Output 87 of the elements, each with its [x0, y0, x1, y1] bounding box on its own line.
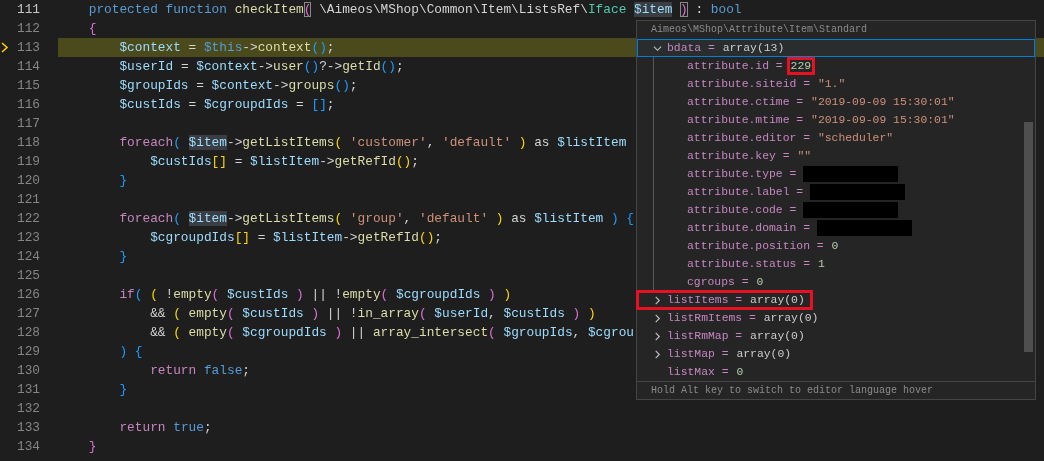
variable-name: attribute.domain = [687, 222, 811, 234]
variable-name: attribute.ctime = [687, 96, 804, 108]
code-line: return false; [149, 362, 250, 380]
code-line: foreach( $item->getListItems( 'customer', 'default' ) as $listItem [118, 134, 627, 152]
variable-value: 229 [789, 60, 813, 72]
line-number: 114 [15, 58, 40, 76]
variable-name: attribute.type = [687, 168, 797, 180]
line-number: 128 [15, 324, 40, 342]
line-number: 126 [15, 286, 40, 304]
line-number: 113 [15, 39, 40, 57]
variable-name: cgroups = [687, 276, 749, 288]
line-number: 120 [15, 172, 40, 190]
line-number: 130 [15, 362, 40, 380]
variable-value: "1." [816, 78, 847, 90]
code-line: $custIds = $cgroupdIds = []; [118, 96, 335, 114]
variable-value: "2019-09-09 15:30:01" [810, 96, 956, 108]
code-line: $userId = $context->user()?->getId(); [118, 58, 404, 76]
line-number: 118 [15, 134, 40, 152]
variable-value: array(0) [762, 312, 820, 324]
line-number: 117 [15, 115, 40, 133]
variable-name: attribute.editor = [687, 132, 811, 144]
code-line: } [118, 172, 128, 190]
code-line: $context = $this->context(); [118, 39, 335, 57]
chevron-icon[interactable] [653, 313, 662, 323]
line-number: 112 [15, 20, 40, 38]
code-line: } [87, 438, 97, 456]
line-number: 127 [15, 305, 40, 323]
chevron-icon[interactable] [653, 295, 662, 305]
code-line: ) { [118, 343, 143, 361]
line-number: 133 [15, 419, 40, 437]
variable-value: array(0) [735, 348, 793, 360]
chevron-icon[interactable] [653, 331, 662, 341]
line-number: 125 [15, 267, 40, 285]
line-number: 115 [15, 77, 40, 95]
variable-name: attribute.status = [687, 258, 811, 270]
code-line: $cgroupdIds[] = $listItem->getRefId(); [149, 229, 442, 247]
line-number: 134 [15, 438, 40, 456]
line-number: 121 [15, 191, 40, 209]
code-line: foreach( $item->getListItems( 'group', 'default' ) as $listItem ) { [118, 210, 634, 228]
line-number: 124 [15, 248, 40, 266]
code-line: { [87, 20, 97, 38]
hint-text: Hold Alt key to switch to editor language hover [637, 381, 1035, 399]
code-line: && ( empty( $custIds ) || !in_array( $userId, $custIds ) ) [149, 305, 596, 323]
line-number: 116 [15, 96, 40, 114]
code-line: $custIds[] = $listItem->getRefId(); [149, 153, 419, 171]
line-number: 129 [15, 343, 40, 361]
variable-value: 1 [816, 258, 826, 270]
variable-name: listRmMap = [667, 330, 743, 342]
chevron-icon[interactable] [653, 43, 662, 53]
variable-value: array(13) [721, 42, 786, 54]
variable-name: listMax = [667, 366, 729, 378]
variable-name: attribute.label = [687, 186, 804, 198]
variable-value: array(0) [749, 330, 806, 342]
tree-row[interactable]: bdata = array(13) [637, 39, 1035, 57]
variable-name: listRmItems = [667, 312, 756, 324]
line-number: 131 [15, 381, 40, 399]
variable-name: attribute.code = [687, 204, 797, 216]
code-line: } [118, 381, 128, 399]
code-line: if( ( !empty( $custIds ) || !empty( $cgroupdIds ) ) [118, 286, 512, 304]
chevron-icon[interactable] [653, 349, 662, 359]
line-number: 122 [15, 210, 40, 228]
variable-value: "" [796, 150, 813, 162]
variable-name: attribute.position = [687, 240, 824, 252]
scrollbar-thumb[interactable] [1024, 122, 1033, 352]
variable-value: array(0) [749, 294, 806, 306]
variable-value: 0 [735, 366, 745, 378]
variable-name: attribute.id = [687, 60, 783, 72]
variable-name: attribute.siteid = [687, 78, 811, 90]
code-line: } [118, 248, 128, 266]
code-line: protected function checkItem( \Aimeos\MShop\Common\Item\ListsRef\Iface $item ) : bool [87, 1, 742, 19]
variable-name: bdata = [667, 42, 715, 54]
variable-name: attribute.mtime = [687, 114, 804, 126]
code-line: $groupIds = $context->groups(); [118, 77, 358, 95]
line-number: 111 [15, 1, 40, 19]
line-number: 123 [15, 229, 40, 247]
line-number: 119 [15, 153, 40, 171]
code-line: && ( empty( $cgroupdIds ) || array_intersect( $groupIds, $cgrou [149, 324, 634, 342]
variable-name: listItems = [667, 294, 743, 306]
variable-value: "2019-09-09 15:30:01" [810, 114, 956, 126]
variable-value: "scheduler" [816, 132, 895, 144]
variable-name: attribute.key = [687, 150, 790, 162]
variable-value: 0 [755, 276, 765, 288]
type-label: Aimeos\MShop\Attribute\Item\Standard [650, 23, 869, 37]
code-line: return true; [118, 419, 212, 437]
line-number: 132 [15, 400, 40, 418]
variable-value: 0 [830, 240, 840, 252]
variable-name: listMap = [667, 348, 729, 360]
